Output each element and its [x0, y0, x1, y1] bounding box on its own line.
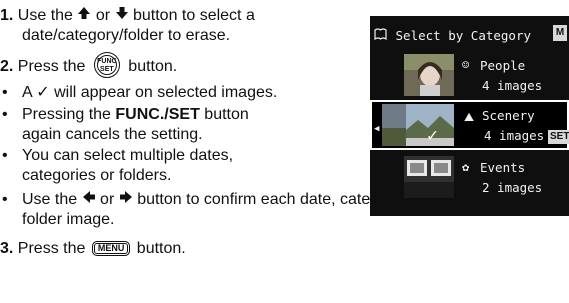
category-count: 4 images — [484, 128, 545, 143]
category-row-scenery[interactable]: ◀ ✓ ⛰ Scenery 4 images SET — [370, 100, 569, 150]
bullet-3: • You can select multiple dates, — [0, 146, 365, 166]
step-number: 2. — [0, 58, 14, 76]
category-row-people[interactable]: ☺ People 4 images — [370, 50, 569, 100]
scenery-icon: ⛰ — [464, 110, 475, 124]
book-icon — [374, 26, 388, 46]
arrow-up-icon — [77, 6, 91, 26]
step-3: 3. Press the MENU button. — [0, 239, 186, 259]
bullet-text-pre: Use the — [22, 191, 78, 209]
func-set-button-icon: FUNC SET — [93, 52, 120, 78]
menu-button-icon: MENU — [91, 241, 131, 257]
step-text-post: button. — [136, 240, 186, 257]
bullet-1: • A ✓ will appear on selected images. — [0, 83, 365, 103]
func-set-label: FUNC./SET — [115, 106, 200, 123]
set-tag: SET — [548, 130, 569, 144]
bullet-3-continuation: categories or folders. — [22, 167, 172, 184]
step-2: 2. Press the FUNC SET button. — [0, 52, 178, 78]
arrow-down-icon — [115, 6, 129, 26]
thumbnail-events — [404, 156, 454, 198]
bullet-4-continuation: folder image. — [22, 211, 115, 228]
step-text-mid: or — [95, 7, 111, 25]
category-count: 4 images — [482, 78, 543, 93]
bullet-text-mid: or — [100, 191, 115, 209]
left-arrow-icon: ◀ — [374, 124, 380, 134]
step-text-post: button. — [128, 58, 178, 76]
step-text-post: button to select a — [132, 7, 255, 25]
people-icon: ☺ — [462, 58, 470, 72]
bullet-text: A ✓ will appear on selected images. — [22, 84, 278, 101]
step-1: 1. Use the or button to select a — [0, 6, 360, 26]
menu-tag: M — [553, 25, 567, 41]
set-label: SET — [100, 66, 114, 73]
bullet-dot: • — [2, 147, 8, 164]
bullet-dot: • — [2, 106, 8, 123]
step-text-pre: Use the — [17, 7, 73, 25]
lcd-header: Select by Category — [374, 26, 569, 46]
events-icon: ✿ — [462, 160, 470, 174]
camera-lcd-screen: Select by Category M ☺ People 4 images ◀ — [370, 16, 569, 216]
thumbnail-people — [404, 54, 454, 96]
category-label: Events — [480, 160, 526, 175]
arrow-left-icon — [82, 190, 96, 210]
bullet-text-post: button — [199, 106, 249, 123]
bullet-dot: • — [2, 191, 8, 208]
checkmark-icon: ✓ — [427, 125, 438, 146]
category-count: 2 images — [482, 180, 543, 195]
step-text-pre: Press the — [17, 58, 86, 76]
lcd-title: Select by Category — [395, 28, 531, 43]
category-row-events[interactable]: ✿ Events 2 images — [370, 152, 569, 202]
step-text-pre: Press the — [17, 240, 86, 257]
arrow-right-icon — [119, 190, 133, 210]
category-label: People — [480, 58, 526, 73]
step-number: 1. — [0, 7, 14, 25]
category-label: Scenery — [482, 108, 535, 123]
step-number: 3. — [0, 240, 14, 257]
bullet-2-continuation: again cancels the setting. — [22, 126, 203, 143]
bullet-text: You can select multiple dates, — [22, 147, 234, 164]
step-1-continuation: date/category/folder to erase. — [22, 27, 231, 44]
bullet-text-pre: Pressing the — [22, 106, 116, 123]
bullet-2: • Pressing the FUNC./SET button — [0, 105, 365, 125]
bullet-dot: • — [2, 84, 8, 101]
func-label: FUNC — [97, 58, 117, 65]
